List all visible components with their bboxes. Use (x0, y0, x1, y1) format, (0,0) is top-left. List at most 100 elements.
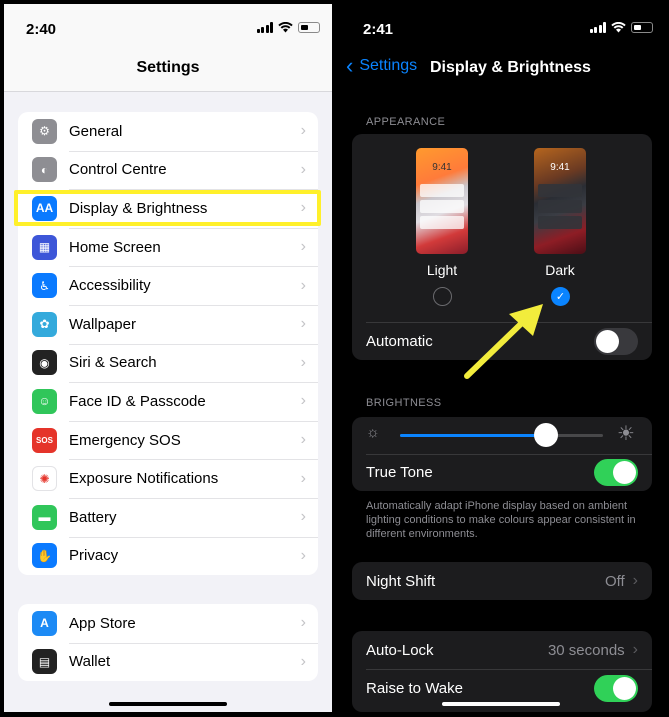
chevron-right-icon: › (300, 652, 306, 670)
true-tone-row: True Tone (352, 454, 652, 491)
nav-bar: 2:40 Settings (4, 4, 332, 92)
brightness-header: BRIGHTNESS (366, 397, 442, 409)
chevron-right-icon: › (300, 508, 306, 526)
raise-to-wake-label: Raise to Wake (366, 679, 463, 697)
settings-row-label: Siri & Search (69, 354, 157, 372)
chevron-right-icon: › (300, 614, 306, 632)
app-store-icon: A (32, 610, 57, 636)
settings-row-control-centre[interactable]: ◐ Control Centre › (18, 150, 318, 190)
lock-card: Auto-Lock 30 seconds › Raise to Wake (352, 631, 652, 712)
checkmark-icon: ✓ (555, 291, 566, 303)
face-id-icon: ☺ (32, 388, 57, 414)
light-preview[interactable]: 9:41 (416, 148, 468, 254)
annotation-arrow-icon (464, 304, 543, 379)
status-bar: 2:40 (4, 4, 332, 48)
settings-group-main: ⚙ General › ◐ Control Centre › AA Display & Bri… (18, 112, 318, 576)
wifi-icon (611, 22, 626, 33)
settings-row-privacy[interactable]: ✋ Privacy › (18, 536, 318, 576)
settings-row-wallet[interactable]: ▤ Wallet › (18, 642, 318, 682)
toggles-icon: ◐ (32, 157, 57, 183)
siri-icon: ◉ (32, 350, 57, 376)
night-shift-value: Off (604, 572, 625, 590)
gear-icon: ⚙ (32, 118, 57, 144)
wallet-icon: ▤ (32, 649, 57, 675)
automatic-toggle[interactable] (594, 327, 638, 355)
auto-lock-value: 30 seconds (547, 641, 625, 659)
raise-to-wake-toggle[interactable] (594, 674, 638, 702)
battery-status-icon (298, 22, 320, 33)
wifi-icon (278, 22, 293, 33)
settings-group-apps: A App Store › ▤ Wallet › (18, 604, 318, 682)
app-grid-icon: ▦ (32, 234, 57, 260)
page-title: Settings (136, 59, 200, 76)
exposure-icon: ✺ (32, 466, 57, 492)
chevron-right-icon: › (300, 160, 306, 178)
dark-preview[interactable]: 9:41 (534, 148, 586, 254)
chevron-right-icon: › (300, 353, 306, 371)
true-tone-description: Automatically adapt iPhone display based… (366, 500, 636, 540)
settings-row-home-screen[interactable]: ▦ Home Screen › (18, 227, 318, 267)
settings-row-siri-search[interactable]: ◉ Siri & Search › (18, 343, 318, 383)
settings-row-label: Privacy (69, 547, 119, 565)
home-indicator (441, 702, 560, 706)
chevron-right-icon: › (300, 392, 306, 410)
home-indicator (109, 702, 227, 706)
settings-row-wallpaper[interactable]: ✿ Wallpaper › (18, 304, 318, 344)
brightness-slider[interactable] (534, 423, 559, 447)
automatic-label: Automatic (366, 332, 433, 350)
hand-icon: ✋ (32, 543, 57, 569)
back-button[interactable]: ‹ Settings (346, 53, 418, 78)
settings-row-label: Emergency SOS (69, 431, 181, 449)
cellular-signal-icon (256, 22, 273, 33)
chevron-right-icon: › (300, 276, 306, 294)
chevron-right-icon: › (300, 315, 306, 333)
sos-icon: SOS (32, 427, 57, 453)
chevron-left-icon: ‹ (346, 53, 354, 78)
dark-label: Dark (545, 262, 575, 278)
left-screen: 2:40 Settings ⚙ General › ◐ Control Centre › A… (4, 4, 332, 712)
status-time: 2:41 (363, 21, 394, 38)
settings-row-label: Wallet (69, 653, 111, 671)
flower-icon: ✿ (32, 311, 57, 337)
settings-row-label: Battery (69, 508, 117, 526)
settings-row-label: Control Centre (69, 161, 167, 179)
settings-row-label: Home Screen (69, 238, 161, 256)
page-title: Display & Brightness (430, 59, 591, 76)
settings-row-general[interactable]: ⚙ General › (18, 112, 318, 151)
night-shift-label: Night Shift (366, 572, 436, 590)
back-label: Settings (359, 57, 418, 74)
settings-row-label: Accessibility (69, 277, 151, 295)
highlight-box (14, 190, 321, 226)
settings-row-label: App Store (69, 614, 136, 632)
chevron-right-icon: › (300, 469, 306, 487)
settings-row-label: Wallpaper (69, 315, 136, 333)
chevron-right-icon: › (300, 122, 306, 140)
battery-status-icon (631, 22, 653, 33)
true-tone-label: True Tone (366, 464, 433, 481)
settings-row-label: Exposure Notifications (69, 470, 219, 488)
settings-row-app-store[interactable]: A App Store › (18, 604, 318, 643)
appearance-header: APPEARANCE (366, 116, 446, 128)
cellular-signal-icon (589, 22, 606, 33)
accessibility-icon: ♿ (32, 273, 57, 299)
night-shift-row[interactable]: Night Shift Off › (352, 562, 652, 600)
preview-clock: 9:41 (432, 162, 452, 173)
chevron-right-icon: › (632, 572, 638, 589)
light-label: Light (426, 262, 458, 278)
sun-large-icon: ☀ (617, 423, 635, 445)
night-shift-card: Night Shift Off › (352, 562, 652, 600)
light-radio[interactable] (433, 287, 452, 306)
settings-row-battery[interactable]: ▬ Battery › (18, 497, 318, 537)
settings-row-label: Face ID & Passcode (69, 392, 206, 410)
settings-row-exposure-notifications[interactable]: ✺ Exposure Notifications › (18, 459, 318, 498)
auto-lock-row[interactable]: Auto-Lock 30 seconds › (352, 631, 652, 669)
chevron-right-icon: › (300, 546, 306, 564)
settings-row-label: General (69, 122, 123, 140)
true-tone-toggle[interactable] (594, 459, 638, 486)
settings-row-accessibility[interactable]: ♿ Accessibility › (18, 266, 318, 305)
chevron-right-icon: › (632, 641, 638, 658)
battery-icon: ▬ (32, 504, 57, 530)
status-time: 2:40 (26, 21, 57, 38)
settings-row-face-id-passcode[interactable]: ☺ Face ID & Passcode › (18, 382, 318, 421)
settings-row-emergency-sos[interactable]: SOS Emergency SOS › (18, 420, 318, 460)
